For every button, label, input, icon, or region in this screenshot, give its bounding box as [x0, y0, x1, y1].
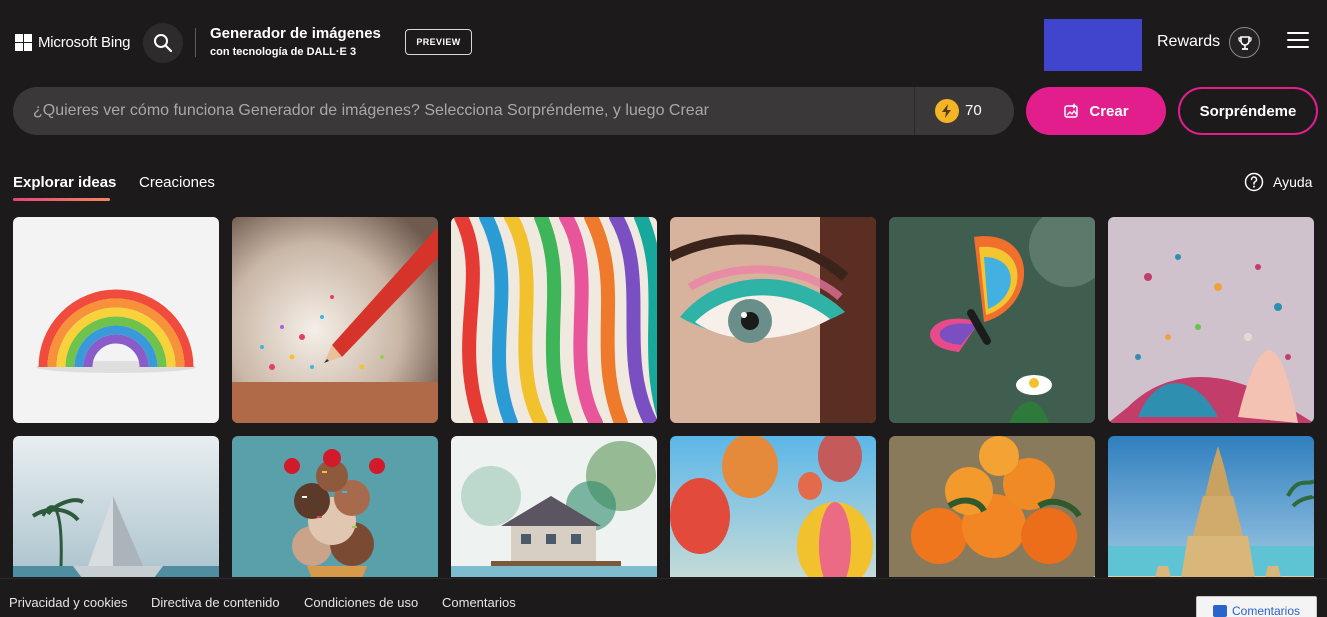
oranges-bowl-image [889, 436, 1095, 577]
search-button[interactable] [143, 23, 183, 63]
image-tile-lake-house[interactable] [451, 436, 657, 577]
image-tile-sailboat[interactable] [13, 436, 219, 577]
prompt-bar: 70 [13, 87, 1014, 135]
preview-badge: PREVIEW [405, 29, 472, 55]
footer-link-content-policy[interactable]: Directiva de contenido [151, 595, 280, 610]
image-create-icon [1064, 103, 1079, 118]
image-grid [13, 217, 1315, 577]
header-divider [195, 28, 196, 57]
tab-explore-ideas[interactable]: Explorar ideas [13, 174, 116, 191]
rewards-link[interactable]: Rewards [1157, 33, 1220, 51]
create-button[interactable]: Crear [1026, 87, 1166, 135]
image-tile-ice-cream[interactable] [232, 436, 438, 577]
hot-air-balloons-image [670, 436, 876, 577]
tab-creations[interactable]: Creaciones [139, 174, 215, 191]
trophy-icon [1237, 35, 1252, 50]
image-tile-eye[interactable] [670, 217, 876, 423]
pencil-glitter-image [232, 217, 438, 423]
rainbow-butterfly-image [889, 217, 1095, 423]
lake-house-image [451, 436, 657, 577]
feedback-button[interactable]: Comentarios [1196, 596, 1317, 617]
logo-text: Microsoft Bing [38, 34, 131, 51]
footer: Privacidad y cookies Directiva de conten… [0, 578, 1327, 617]
page-subtitle: con tecnología de DALL·E 3 [210, 46, 357, 58]
search-icon [154, 34, 173, 53]
help-label: Ayuda [1273, 174, 1313, 190]
eye-makeup-image [670, 217, 876, 423]
active-tab-indicator [13, 198, 110, 201]
create-button-label: Crear [1089, 102, 1129, 120]
prompt-divider [914, 87, 915, 135]
image-tile-paint-splash[interactable] [1108, 217, 1314, 423]
header: Microsoft Bing Generador de imágenes con… [0, 0, 1327, 86]
page-title[interactable]: Generador de imágenes [210, 25, 381, 42]
chat-bubble-icon [1212, 605, 1227, 617]
image-tile-balloons[interactable] [670, 436, 876, 577]
paper-sailboat-image [13, 436, 219, 577]
sand-castle-image [1108, 436, 1314, 577]
footer-link-terms[interactable]: Condiciones de uso [304, 595, 418, 610]
image-tile-pencil[interactable] [232, 217, 438, 423]
menu-icon[interactable] [1287, 32, 1309, 52]
boost-count: 70 [965, 102, 982, 119]
help-button[interactable]: Ayuda [1244, 172, 1312, 192]
surprise-button[interactable]: Sorpréndeme [1178, 87, 1318, 135]
footer-link-privacy[interactable]: Privacidad y cookies [9, 595, 128, 610]
image-tile-oranges[interactable] [889, 436, 1095, 577]
prompt-input[interactable] [33, 87, 913, 135]
rewards-button[interactable] [1229, 27, 1260, 58]
help-icon [1244, 172, 1264, 192]
boost-bolt-icon[interactable] [935, 99, 959, 123]
avatar[interactable] [1044, 19, 1142, 71]
image-tile-ribbons[interactable] [451, 217, 657, 423]
image-tile-rainbow[interactable] [13, 217, 219, 423]
paper-rainbow-image [13, 217, 219, 423]
image-tile-butterfly[interactable] [889, 217, 1095, 423]
colorful-ribbons-image [451, 217, 657, 423]
paint-splash-image [1108, 217, 1314, 423]
windows-logo-icon [15, 34, 32, 51]
ice-cream-cone-image [232, 436, 438, 577]
microsoft-bing-logo[interactable]: Microsoft Bing [15, 34, 130, 51]
image-tile-sand-castle[interactable] [1108, 436, 1314, 577]
footer-link-feedback[interactable]: Comentarios [442, 595, 516, 610]
feedback-button-label: Comentarios [1231, 604, 1301, 617]
